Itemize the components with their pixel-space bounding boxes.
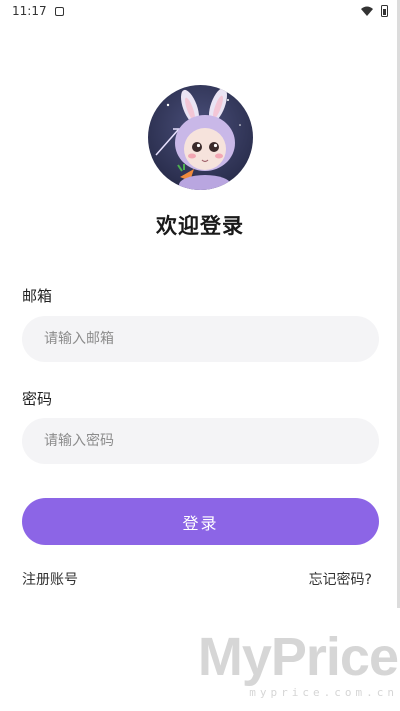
wifi-icon bbox=[361, 6, 373, 16]
register-link[interactable]: 注册账号 bbox=[22, 569, 78, 589]
watermark-brand: MyPrice bbox=[197, 627, 399, 687]
email-label: 邮箱 bbox=[22, 287, 53, 305]
password-label: 密码 bbox=[22, 390, 53, 408]
login-button[interactable]: 登录 bbox=[22, 498, 379, 545]
email-field-wrapper[interactable] bbox=[22, 316, 379, 362]
status-bar: 11:17 bbox=[0, 0, 400, 22]
forgot-password-link[interactable]: 忘记密码? bbox=[309, 569, 372, 589]
avatar bbox=[148, 85, 253, 190]
page-title: 欢迎登录 bbox=[156, 214, 244, 238]
status-icons bbox=[361, 5, 388, 17]
notification-icon bbox=[54, 6, 64, 16]
battery-icon bbox=[381, 5, 388, 17]
watermark-url: myprice.com.cn bbox=[249, 686, 398, 699]
status-time: 11:17 bbox=[12, 4, 47, 18]
email-field[interactable] bbox=[22, 316, 379, 362]
password-field-wrapper[interactable] bbox=[22, 418, 379, 464]
bunny-avatar-icon bbox=[155, 87, 241, 190]
watermark: MyPrice myprice.com.cn bbox=[197, 627, 399, 699]
password-field[interactable] bbox=[22, 418, 379, 464]
